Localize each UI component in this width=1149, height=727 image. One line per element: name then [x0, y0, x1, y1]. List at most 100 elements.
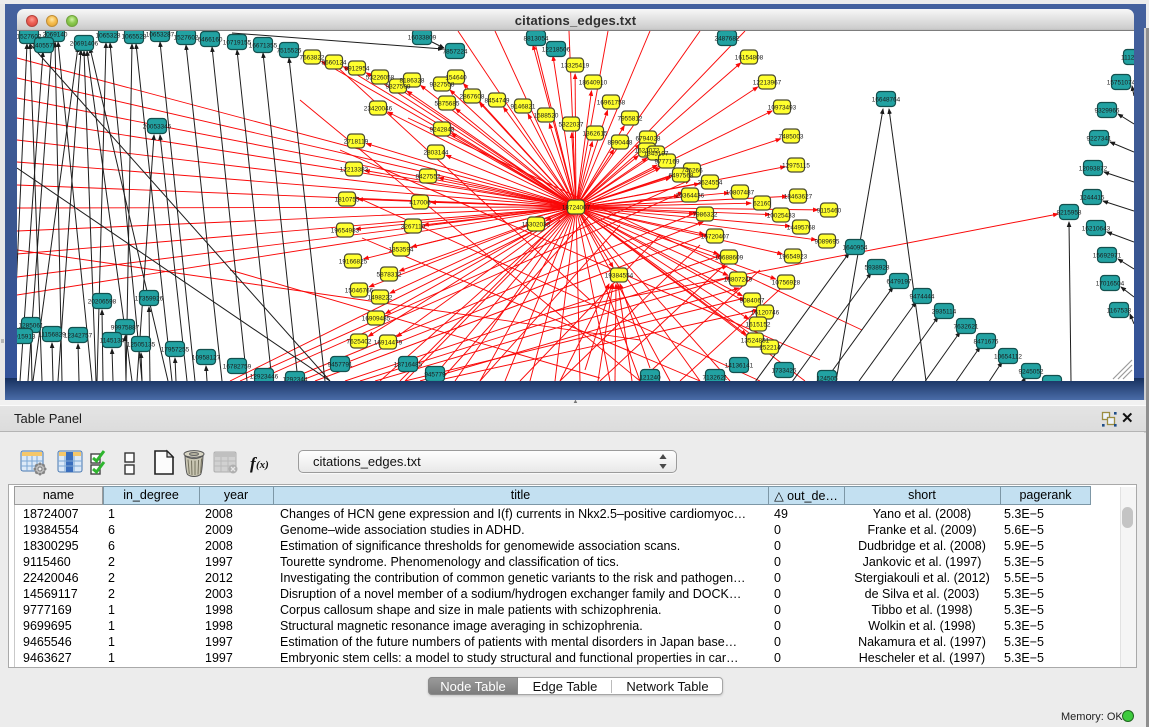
- svg-text:1292344: 1292344: [283, 376, 308, 381]
- svg-text:7986322: 7986322: [693, 211, 718, 218]
- svg-text:1065328: 1065328: [96, 32, 121, 39]
- svg-text:9242848: 9242848: [430, 126, 455, 133]
- svg-text:1733426: 1733426: [772, 367, 797, 374]
- svg-text:2487682: 2487682: [715, 35, 740, 42]
- svg-text:15692971: 15692971: [1093, 252, 1122, 259]
- svg-text:19166825: 19166825: [339, 258, 368, 265]
- svg-text:1065528: 1065528: [122, 33, 147, 40]
- svg-text:17016504: 17016504: [1096, 280, 1125, 287]
- svg-text:7857224: 7857224: [443, 48, 468, 55]
- svg-text:16961758: 16961758: [597, 99, 626, 106]
- svg-text:1353594: 1353594: [389, 246, 414, 253]
- svg-text:18807249: 18807249: [724, 276, 753, 283]
- svg-text:13325419: 13325419: [561, 62, 590, 69]
- svg-text:16671355: 16671355: [249, 42, 278, 49]
- svg-text:13716485: 13716485: [394, 361, 423, 368]
- svg-text:9474444: 9474444: [910, 293, 935, 300]
- svg-text:14136141: 14136141: [725, 362, 754, 369]
- svg-text:6466160: 6466160: [198, 36, 223, 43]
- svg-text:8454749: 8454749: [485, 97, 510, 104]
- svg-text:1498222: 1498222: [368, 294, 393, 301]
- svg-text:8471676: 8471676: [974, 338, 999, 345]
- svg-text:12923446: 12923446: [250, 373, 279, 380]
- svg-text:3915913: 3915913: [17, 333, 36, 340]
- svg-text:19654923: 19654923: [779, 253, 808, 260]
- svg-text:9115460: 9115460: [817, 207, 842, 214]
- svg-text:9327508: 9327508: [430, 81, 455, 88]
- svg-text:10025433: 10025433: [767, 212, 796, 219]
- svg-text:8990448: 8990448: [608, 139, 633, 146]
- svg-text:14495768: 14495768: [787, 224, 816, 231]
- svg-text:9227341: 9227341: [1087, 135, 1112, 142]
- svg-text:8813054: 8813054: [524, 35, 549, 42]
- svg-text:16782759: 16782759: [223, 363, 252, 370]
- svg-text:7515526: 7515526: [277, 47, 302, 54]
- svg-text:20364436: 20364436: [676, 192, 705, 199]
- svg-text:9327509: 9327509: [386, 83, 411, 90]
- svg-text:7485003: 7485003: [779, 133, 804, 140]
- svg-text:1345197: 1345197: [644, 150, 669, 157]
- svg-text:1810755: 1810755: [335, 196, 360, 203]
- svg-text:12218506: 12218506: [542, 46, 571, 53]
- svg-text:10807487: 10807487: [726, 189, 755, 196]
- svg-text:1615152: 1615152: [746, 321, 771, 328]
- svg-text:1145134: 1145134: [100, 337, 125, 344]
- svg-text:1527602: 1527602: [174, 34, 199, 41]
- svg-text:945779: 945779: [424, 371, 446, 378]
- svg-text:121240: 121240: [639, 374, 661, 381]
- svg-text:2803144: 2803144: [424, 149, 449, 156]
- svg-text:53226058: 53226058: [366, 74, 395, 81]
- svg-text:9089695: 9089695: [815, 238, 840, 245]
- svg-text:16648764: 16648764: [872, 96, 901, 103]
- svg-text:1244415: 1244415: [1080, 194, 1105, 201]
- svg-text:16154808: 16154808: [735, 54, 764, 61]
- svg-text:9146821: 9146821: [511, 103, 536, 110]
- svg-text:16914479: 16914479: [374, 339, 403, 346]
- svg-text:(x): (x): [256, 459, 269, 471]
- svg-text:5938928: 5938928: [865, 264, 890, 271]
- svg-text:11156829: 11156829: [38, 331, 66, 338]
- svg-text:12093872: 12093872: [1079, 165, 1108, 172]
- svg-text:8427552: 8427552: [416, 173, 441, 180]
- svg-text:10756928: 10756928: [772, 279, 801, 286]
- svg-text:19384554: 19384554: [605, 272, 634, 279]
- svg-text:924505: 924505: [1041, 380, 1063, 381]
- svg-text:8660124: 8660124: [322, 59, 347, 66]
- svg-text:18724007: 18724007: [562, 204, 591, 211]
- svg-text:10688609: 10688609: [715, 254, 744, 261]
- svg-text:7632621: 7632621: [954, 323, 979, 330]
- svg-text:7132621: 7132621: [703, 374, 728, 381]
- svg-text:7955812: 7955812: [618, 115, 643, 122]
- svg-text:13524851: 13524851: [741, 337, 770, 344]
- svg-text:9245052: 9245052: [1019, 368, 1044, 375]
- svg-text:5322037: 5322037: [559, 121, 584, 128]
- svg-text:99975887: 99975887: [111, 324, 140, 331]
- svg-text:5875685: 5875685: [435, 100, 460, 107]
- svg-text:9457791: 9457791: [328, 361, 353, 368]
- svg-text:19654983: 19654983: [331, 227, 360, 234]
- svg-text:2867608: 2867608: [460, 93, 485, 100]
- svg-text:17957255: 17957255: [161, 346, 190, 353]
- svg-text:12505135: 12505135: [127, 341, 156, 348]
- svg-text:10958127: 10958127: [192, 354, 221, 361]
- svg-text:20691406: 20691406: [70, 40, 99, 47]
- svg-text:16033809: 16033809: [408, 34, 437, 41]
- svg-text:12213383: 12213383: [340, 166, 369, 173]
- svg-text:1285061: 1285061: [19, 322, 44, 329]
- svg-text:17359926: 17359926: [135, 295, 164, 302]
- svg-text:5878312: 5878312: [377, 271, 402, 278]
- svg-text:15046766: 15046766: [345, 287, 374, 294]
- svg-text:20053345: 20053345: [143, 123, 172, 130]
- svg-text:3267110: 3267110: [401, 223, 426, 230]
- svg-text:16909485: 16909485: [362, 315, 391, 322]
- svg-text:1405571: 1405571: [32, 42, 57, 49]
- svg-text:10719155: 10719155: [223, 39, 252, 46]
- svg-text:1167533: 1167533: [1107, 307, 1132, 314]
- svg-text:1112185: 1112185: [1121, 54, 1134, 61]
- svg-text:16120746: 16120746: [751, 309, 780, 316]
- svg-text:7625402: 7625402: [347, 338, 372, 345]
- svg-text:252214: 252214: [759, 344, 781, 351]
- svg-text:15720407: 15720407: [701, 233, 730, 240]
- svg-text:23420046: 23420046: [364, 105, 393, 112]
- svg-text:154640: 154640: [445, 74, 467, 81]
